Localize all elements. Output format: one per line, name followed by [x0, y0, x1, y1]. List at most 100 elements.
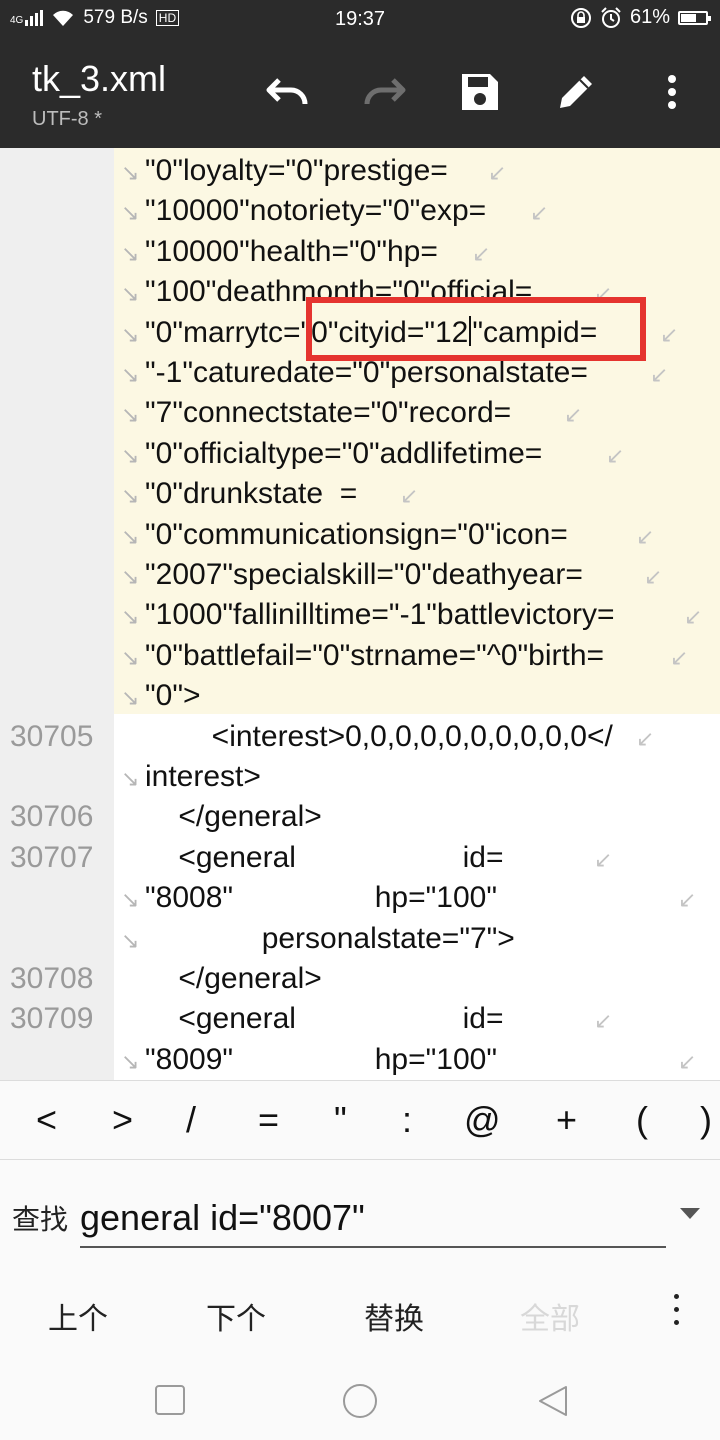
- wrap-end-icon: ↙: [472, 240, 491, 266]
- editor-line: 30705 <interest>0,0,0,0,0,0,0,0,0,0</ ↙: [0, 718, 720, 758]
- recent-apps-icon[interactable]: [154, 1384, 186, 1416]
- editor-line: 30707 <general id= ↙: [0, 839, 720, 879]
- file-encoding: UTF-8 *: [32, 108, 102, 130]
- edit-icon[interactable]: [550, 66, 602, 118]
- more-icon[interactable]: [646, 66, 698, 118]
- symbol-key[interactable]: @: [464, 1099, 501, 1141]
- editor-line: ↘ "10000"notoriety="0"exp= ↙: [0, 192, 720, 232]
- wrap-continuation-icon: ↘: [121, 523, 140, 549]
- wrap-continuation-icon: ↘: [121, 442, 140, 468]
- symbol-key[interactable]: >: [112, 1099, 133, 1141]
- symbol-key[interactable]: /: [186, 1099, 196, 1141]
- wrap-end-icon: ↙: [606, 442, 625, 468]
- editor-line: ↘ "0"communicationsign="0"icon= ↙: [0, 516, 720, 556]
- save-icon[interactable]: [454, 66, 506, 118]
- wrap-continuation-icon: ↘: [121, 483, 140, 509]
- symbol-key[interactable]: ): [700, 1099, 712, 1141]
- symbol-key[interactable]: +: [556, 1099, 577, 1141]
- wrap-continuation-icon: ↘: [121, 281, 140, 307]
- wrap-end-icon: ↙: [636, 523, 655, 549]
- annotation-highlight-box: [306, 297, 646, 361]
- search-more-icon[interactable]: [668, 1294, 684, 1328]
- symbol-key[interactable]: :: [402, 1099, 412, 1141]
- wrap-continuation-icon: ↘: [121, 362, 140, 387]
- editor-line: 30706 </general>: [0, 798, 720, 838]
- editor-line: ↘ "8008" hp="100" ↙: [0, 879, 720, 919]
- line-text: "0"communicationsign="0"icon=: [145, 517, 568, 551]
- search-bar: 查找: [0, 1160, 720, 1262]
- line-text: <interest>0,0,0,0,0,0,0,0,0,0</: [145, 719, 613, 753]
- line-text: interest>: [145, 760, 261, 793]
- status-bar: 4G 579 B/s HD 19:37 61%: [0, 0, 720, 36]
- wrap-end-icon: ↙: [594, 846, 613, 872]
- line-text: "2007"specialskill="0"deathyear=: [145, 558, 583, 591]
- symbol-key[interactable]: <: [36, 1099, 57, 1141]
- wrap-continuation-icon: ↘: [121, 564, 140, 589]
- battery-icon: [678, 10, 711, 25]
- wrap-end-icon: ↙: [400, 483, 419, 509]
- wrap-end-icon: ↙: [684, 604, 703, 630]
- back-icon[interactable]: [536, 1384, 570, 1418]
- undo-icon[interactable]: [262, 66, 314, 118]
- line-text: <general id=: [145, 1002, 504, 1036]
- symbol-key[interactable]: =: [258, 1099, 279, 1141]
- line-text: "0"drunkstate =: [145, 477, 358, 511]
- editor-line: ↘ "1000"fallinilltime="-1"battlevictory= ↙: [0, 596, 720, 636]
- editor-line: 30708 </general>: [0, 960, 720, 1000]
- search-history-dropdown-icon[interactable]: [680, 1208, 700, 1219]
- home-icon[interactable]: [341, 1382, 379, 1420]
- wrap-continuation-icon: ↘: [121, 887, 140, 913]
- line-text: "0"battlefail="0"strname="^0"birth=: [145, 638, 605, 672]
- wrap-continuation-icon: ↘: [121, 402, 140, 428]
- wrap-continuation-icon: ↘: [121, 766, 140, 791]
- symbol-bar: < > / = ": @ + (): [0, 1080, 720, 1160]
- editor-line: ↘ personalstate="7">: [0, 920, 720, 960]
- redo-icon[interactable]: [358, 66, 410, 118]
- wrap-end-icon: ↙: [644, 564, 663, 589]
- next-match-button[interactable]: 下个: [206, 1294, 266, 1338]
- editor-line: ↘ "0"battlefail="0"strname="^0"birth= ↙: [0, 637, 720, 677]
- editor-line: ↘ "0"loyalty="0"prestige= ↙: [0, 152, 720, 192]
- line-text: "1000"fallinilltime="-1"battlevictory=: [145, 598, 615, 632]
- file-name: tk_3.xml: [32, 58, 167, 99]
- wrap-continuation-icon: ↘: [121, 604, 140, 630]
- wrap-end-icon: ↙: [488, 160, 507, 185]
- editor-line: ↘ "10000"health="0"hp= ↙: [0, 233, 720, 273]
- line-text: "0">: [145, 679, 201, 713]
- status-right: 61%: [570, 6, 711, 29]
- editor-line: ↘ "2007"specialskill="0"deathyear= ↙: [0, 556, 720, 596]
- editor-line: ↘ interest>: [0, 758, 720, 798]
- editor-line: ↘ "0"drunkstate = ↙: [0, 475, 720, 515]
- line-text: "0"officialtype="0"addlifetime=: [145, 436, 543, 470]
- battery-percent: 61%: [629, 6, 670, 28]
- line-number: 30708: [10, 962, 94, 995]
- line-number: 30705: [10, 719, 94, 753]
- symbol-key[interactable]: ": [334, 1099, 347, 1141]
- wrap-end-icon: ↙: [678, 887, 697, 913]
- find-label: 查找: [12, 1204, 69, 1235]
- navigation-bar: [0, 1362, 720, 1440]
- wrap-end-icon: ↙: [660, 321, 679, 347]
- line-number: 30706: [10, 800, 94, 834]
- line-text: personalstate="7">: [145, 921, 515, 955]
- previous-match-button[interactable]: 上个: [48, 1294, 108, 1338]
- line-text: "10000"health="0"hp=: [145, 234, 438, 268]
- code-editor[interactable]: ↘ "0"loyalty="0"prestige= ↙ ↘ "10000"notorie…: [0, 148, 720, 1080]
- symbol-key[interactable]: (: [636, 1099, 648, 1141]
- line-text: "10000"notoriety="0"exp=: [145, 194, 487, 228]
- line-text: "8009" hp="100": [145, 1042, 497, 1076]
- line-text: "7"connectstate="0"record=: [145, 396, 512, 430]
- wrap-continuation-icon: ↘: [121, 200, 140, 226]
- rotation-lock-icon: [570, 7, 591, 28]
- replace-button[interactable]: 替换: [364, 1294, 424, 1338]
- wrap-end-icon: ↙: [594, 1008, 613, 1034]
- wrap-continuation-icon: ↘: [121, 685, 140, 711]
- replace-all-button[interactable]: 全部: [520, 1294, 580, 1338]
- line-number: 30707: [10, 840, 94, 874]
- line-number: 30709: [10, 1002, 94, 1036]
- wrap-continuation-icon: ↘: [121, 321, 140, 347]
- wrap-end-icon: ↙: [670, 644, 689, 670]
- app-toolbar: tk_3.xml UTF-8 *: [0, 36, 720, 148]
- search-input[interactable]: [80, 1190, 666, 1248]
- editor-line: ↘ "0"officialtype="0"addlifetime= ↙: [0, 435, 720, 475]
